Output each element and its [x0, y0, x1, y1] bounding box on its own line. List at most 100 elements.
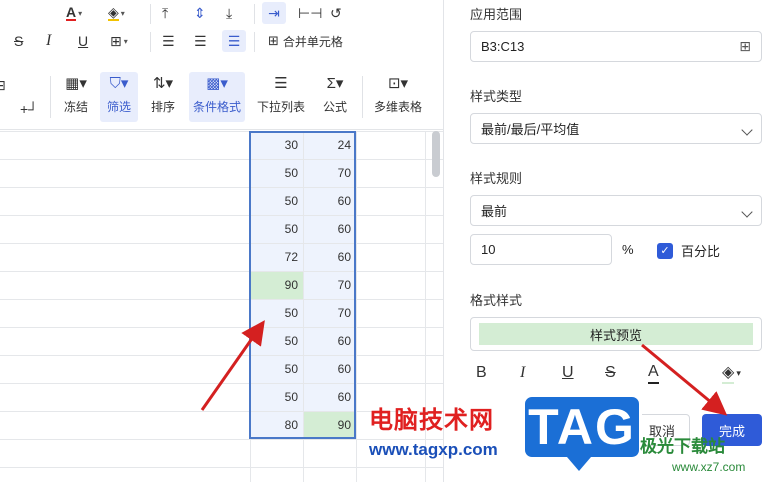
grid-row-line [0, 215, 443, 216]
toolbar-divider [254, 32, 255, 52]
fill-color-button[interactable]: ◈ ▾ [722, 362, 741, 384]
cell-b[interactable]: 72 [251, 243, 303, 271]
text-wrap-icon[interactable]: ⇥ [262, 2, 286, 24]
range-value: B3:C13 [481, 39, 525, 54]
filter-icon: ⛉ ▾ [109, 74, 129, 93]
toolbar-divider [50, 76, 51, 118]
cell-b[interactable]: 30 [251, 131, 303, 159]
range-input[interactable]: B3:C13 ⊞ [470, 31, 762, 62]
cell-c[interactable]: 60 [304, 355, 356, 383]
toolbar: A ▾ ◈ ▾ ⤒ ⇕ ⤓ ⇥ ⊢⊣ ↺ S I U ⊞ ▾ ☰ ☰ ☰ ⊞ 合并单元… [0, 0, 443, 130]
cell-b[interactable]: 50 [251, 383, 303, 411]
text-rotate-icon[interactable]: ↺ [330, 2, 342, 24]
multi-table-icon: ⊡ ▾ [387, 75, 409, 92]
grid-row-line [0, 131, 443, 132]
cell-b[interactable]: 50 [251, 215, 303, 243]
grid-col-line [303, 131, 304, 439]
cell-b[interactable]: 50 [251, 159, 303, 187]
grid-row-line [0, 271, 443, 272]
align-center-icon[interactable]: ☰ [194, 30, 207, 52]
formula-button[interactable]: Σ ▾ 公式 [318, 72, 352, 122]
sigma-icon: Σ ▾ [326, 74, 344, 93]
align-top-icon[interactable]: ⤒ [162, 2, 168, 24]
grid-row-line [250, 467, 356, 468]
format-style-label: 格式样式 [470, 293, 523, 308]
multi-table-button[interactable]: ⊡ ▾ 多维表格 [372, 72, 424, 122]
strikethrough-button[interactable]: S [605, 362, 616, 384]
style-type-select[interactable]: 最前/最后/平均值 [470, 113, 762, 144]
sort-label: 排序 [150, 100, 175, 114]
freeze-label: 冻结 [63, 100, 88, 114]
cell-b[interactable]: 80 [251, 411, 303, 439]
cell-c[interactable]: 60 [304, 243, 356, 271]
merge-cells-button[interactable]: ⊞ 合并单元格 [268, 30, 343, 52]
partial-icon[interactable]: ⊟ [0, 74, 6, 96]
style-rule-value: 最前 [481, 204, 508, 219]
cell-c[interactable]: 60 [304, 215, 356, 243]
fill-color-icon[interactable]: ◈ ▾ [108, 2, 125, 24]
chevron-down-icon [741, 203, 753, 219]
xz-watermark-name: 极光下载站 [640, 437, 725, 457]
filter-button[interactable]: ⛉ ▾ 筛选 [100, 72, 138, 122]
grid-row-line [0, 355, 443, 356]
cell-b[interactable]: 50 [251, 327, 303, 355]
insert-row-icon[interactable]: +┘ [20, 98, 38, 120]
font-color-button[interactable]: A [648, 362, 659, 384]
style-type-value: 最前/最后/平均值 [481, 122, 580, 137]
percent-checkbox[interactable]: ✓ 百分比 [657, 241, 720, 260]
conditional-format-button[interactable]: ▩ ▾ 条件格式 [189, 72, 245, 122]
conditional-format-icon: ▩ ▾ [206, 75, 228, 92]
formula-label: 公式 [322, 100, 347, 114]
align-left-icon[interactable]: ☰ [162, 30, 175, 52]
italic-button[interactable]: I [520, 362, 525, 384]
sort-icon: ⇅ ▾ [152, 75, 174, 92]
cell-c[interactable]: 70 [304, 271, 356, 299]
italic-icon[interactable]: I [46, 30, 51, 52]
checkmark-icon[interactable]: ✓ [657, 242, 673, 259]
align-bottom-icon[interactable]: ⤓ [226, 2, 232, 24]
underline-icon[interactable]: U [78, 30, 88, 52]
text-overflow-icon[interactable]: ⊢⊣ [298, 2, 322, 24]
merge-cells-label: 合并单元格 [282, 34, 343, 49]
grid-row-line [0, 383, 443, 384]
cell-b[interactable]: 90 [251, 271, 303, 299]
rule-number-input[interactable]: 10 [470, 234, 612, 265]
cell-c[interactable]: 60 [304, 187, 356, 215]
underline-button[interactable]: U [562, 362, 574, 384]
grid-row-line [0, 159, 443, 160]
rule-number-value: 10 [481, 242, 496, 257]
grid-row-line [0, 467, 443, 468]
border-icon[interactable]: ⊞ ▾ [110, 30, 128, 52]
watermark-site-url: www.tagxp.com [369, 440, 498, 459]
cell-b[interactable]: 50 [251, 355, 303, 383]
toolbar-divider [362, 76, 363, 118]
cell-b[interactable]: 50 [251, 187, 303, 215]
grid-col-line [356, 131, 357, 482]
cell-c[interactable]: 60 [304, 383, 356, 411]
percent-checkbox-label: 百分比 [681, 244, 721, 259]
vertical-scrollbar[interactable] [432, 131, 440, 177]
tag-logo: TAG [522, 394, 642, 471]
cell-c[interactable]: 70 [304, 159, 356, 187]
cell-c[interactable]: 90 [304, 411, 356, 439]
cell-c[interactable]: 60 [304, 327, 356, 355]
xz-watermark-url: www.xz7.com [672, 460, 746, 474]
strikethrough-icon[interactable]: S [14, 30, 23, 52]
style-rule-select[interactable]: 最前 [470, 195, 762, 226]
align-right-icon[interactable]: ☰ [222, 30, 246, 52]
conditional-format-label: 条件格式 [192, 100, 241, 114]
cell-c[interactable]: 70 [304, 299, 356, 327]
select-range-icon[interactable]: ⊞ [739, 38, 751, 55]
style-preview: 样式预览 [479, 323, 753, 345]
sort-button[interactable]: ⇅ ▾ 排序 [144, 72, 182, 122]
bold-button[interactable]: B [476, 362, 487, 384]
dropdown-list-button[interactable]: ☰ 下拉列表 [256, 72, 306, 122]
align-middle-icon[interactable]: ⇕ [194, 2, 206, 24]
grid-row-line [250, 439, 356, 440]
freeze-button[interactable]: ▦ ▾ 冻结 [58, 72, 94, 122]
cell-c[interactable]: 24 [304, 131, 356, 159]
cell-b[interactable]: 50 [251, 299, 303, 327]
toolbar-divider [150, 4, 151, 24]
font-color-icon[interactable]: A ▾ [66, 2, 82, 24]
grid-row-line [0, 187, 443, 188]
